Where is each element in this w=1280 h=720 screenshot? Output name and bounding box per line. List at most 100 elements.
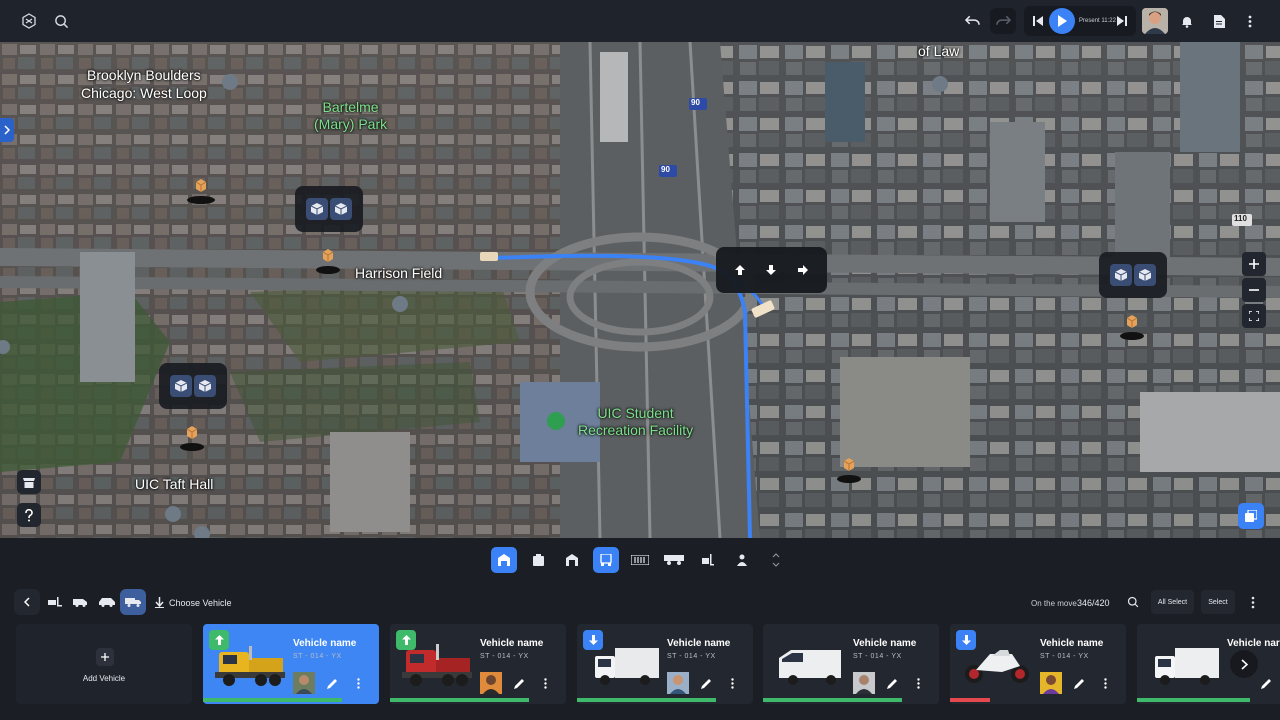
search-icon[interactable] xyxy=(48,8,74,34)
map-label-uic-taft-hall: UIC Taft Hall xyxy=(135,476,214,492)
box-icon[interactable] xyxy=(525,547,551,573)
arrow-right-icon[interactable] xyxy=(790,257,816,283)
vehicle-code: ST - 014 - YX xyxy=(480,653,529,660)
vehicle-card[interactable]: Vehicle name ST - 014 - YX xyxy=(763,624,939,704)
edit-icon[interactable] xyxy=(1257,674,1275,692)
package-marker[interactable] xyxy=(834,457,864,483)
warehouse-icon[interactable] xyxy=(491,547,517,573)
back-icon[interactable] xyxy=(14,589,40,615)
vehicle-name: Vehicle name xyxy=(853,638,917,649)
person-icon[interactable] xyxy=(729,547,755,573)
package-marker[interactable] xyxy=(313,248,343,274)
car-filter-icon[interactable] xyxy=(94,589,120,615)
vehicle-card[interactable]: Vehicle name ST - 014 - YX xyxy=(577,624,753,704)
sort-icon[interactable] xyxy=(763,547,789,573)
package-cube-icon xyxy=(1110,264,1132,286)
map-shield-110: 110 xyxy=(1234,214,1247,223)
zoom-in-button[interactable] xyxy=(1242,252,1266,276)
map-label-uic-student-recreation: UIC Student Recreation Facility xyxy=(578,405,694,438)
package-group-bubble[interactable] xyxy=(1099,252,1167,298)
map-toolbar xyxy=(0,538,1280,582)
map-shield-i90-a: 90 xyxy=(691,98,700,107)
kebab-icon[interactable] xyxy=(536,674,554,692)
kebab-icon[interactable] xyxy=(349,674,367,692)
truck-filter-icon[interactable] xyxy=(120,589,146,615)
fullscreen-button[interactable] xyxy=(1242,304,1266,328)
all-select-button[interactable]: All Select xyxy=(1151,590,1194,614)
kebab-icon[interactable] xyxy=(1237,8,1263,34)
kebab-icon[interactable] xyxy=(1240,589,1266,615)
van-filter-icon[interactable] xyxy=(68,589,94,615)
edit-icon[interactable] xyxy=(1070,674,1088,692)
package-group-bubble[interactable] xyxy=(295,186,363,232)
box-truck-image xyxy=(595,648,659,685)
vehicle-card[interactable]: Vehicle name ST - 014 - YX xyxy=(203,624,379,704)
arrow-down-icon[interactable] xyxy=(758,257,784,283)
vehicle-code: ST - 014 - YX xyxy=(667,653,716,660)
yellow-semi-truck-image xyxy=(215,646,285,686)
arrow-up-icon[interactable] xyxy=(727,257,753,283)
motorcycle-image xyxy=(965,650,1029,683)
document-icon[interactable] xyxy=(1206,8,1232,34)
edit-icon[interactable] xyxy=(323,674,341,692)
skip-forward-icon[interactable] xyxy=(1109,8,1135,34)
zoom-out-button[interactable] xyxy=(1242,278,1266,302)
plus-icon xyxy=(96,648,114,666)
select-button[interactable]: Select xyxy=(1201,590,1235,614)
choose-vehicle-label[interactable]: Choose Vehicle xyxy=(169,598,232,608)
barcode-icon[interactable] xyxy=(627,547,653,573)
vehicle-progress-bar xyxy=(1137,698,1250,702)
kebab-icon[interactable] xyxy=(909,674,927,692)
on-the-move-count: 346/420 xyxy=(1077,598,1110,608)
kebab-icon[interactable] xyxy=(1096,674,1114,692)
driver-avatar[interactable] xyxy=(293,672,315,694)
edit-icon[interactable] xyxy=(510,674,528,692)
help-icon[interactable] xyxy=(17,503,41,527)
undo-icon[interactable] xyxy=(959,8,985,34)
driver-avatar[interactable] xyxy=(480,672,502,694)
vehicle-name: Vehicle name xyxy=(667,638,731,649)
vehicle-name: Vehicle name xyxy=(1040,638,1104,649)
package-group-bubble[interactable] xyxy=(159,363,227,409)
logo-icon[interactable] xyxy=(16,8,42,34)
trailer-icon[interactable] xyxy=(661,547,687,573)
driver-avatar[interactable] xyxy=(1040,672,1062,694)
play-icon[interactable] xyxy=(1049,8,1075,34)
vehicle-card[interactable]: Vehicle nar xyxy=(1137,624,1280,704)
bell-icon[interactable] xyxy=(1174,8,1200,34)
vehicle-card-list: Add Vehicle Vehicle name ST - 014 - YX V… xyxy=(0,622,1280,720)
edit-icon[interactable] xyxy=(883,674,901,692)
satellite-map[interactable]: Brooklyn Boulders Chicago: West Loop Bar… xyxy=(0,42,1280,538)
forklift-icon[interactable] xyxy=(695,547,721,573)
add-vehicle-card[interactable]: Add Vehicle xyxy=(16,624,192,704)
package-cube-icon xyxy=(194,375,216,397)
redo-icon[interactable] xyxy=(990,8,1016,34)
vehicle-card[interactable]: Vehicle name ST - 014 - YX xyxy=(390,624,566,704)
vehicle-code: ST - 014 - YX xyxy=(1040,653,1089,660)
add-vehicle-label: Add Vehicle xyxy=(82,674,126,683)
layers-icon[interactable] xyxy=(1238,503,1264,529)
driver-avatar[interactable] xyxy=(667,672,689,694)
package-marker[interactable] xyxy=(186,178,216,204)
package-marker[interactable] xyxy=(1117,314,1147,340)
store-icon[interactable] xyxy=(17,470,41,494)
expand-panel-button[interactable] xyxy=(0,118,14,142)
edit-icon[interactable] xyxy=(697,674,715,692)
search-vehicles-icon[interactable] xyxy=(1120,589,1146,615)
on-the-move-label: On the move xyxy=(1031,599,1077,608)
package-marker[interactable] xyxy=(177,425,207,451)
kebab-icon[interactable] xyxy=(723,674,741,692)
forklift-filter-icon[interactable] xyxy=(42,589,68,615)
next-page-icon[interactable] xyxy=(1230,650,1258,678)
avatar[interactable] xyxy=(1142,8,1168,34)
skip-back-icon[interactable] xyxy=(1025,8,1051,34)
map-label-bartelme-park: Bartelme (Mary) Park xyxy=(314,99,388,132)
vehicle-name: Vehicle name xyxy=(293,638,357,649)
map-label-chicago-west-loop: Chicago: West Loop xyxy=(81,85,207,101)
top-bar: Present 11:22 xyxy=(0,0,1280,42)
vehicle-name: Vehicle name xyxy=(480,638,544,649)
truck-front-icon[interactable] xyxy=(593,547,619,573)
driver-avatar[interactable] xyxy=(853,672,875,694)
vehicle-card[interactable]: Vehicle name ST - 014 - YX xyxy=(950,624,1126,704)
garage-icon[interactable] xyxy=(559,547,585,573)
